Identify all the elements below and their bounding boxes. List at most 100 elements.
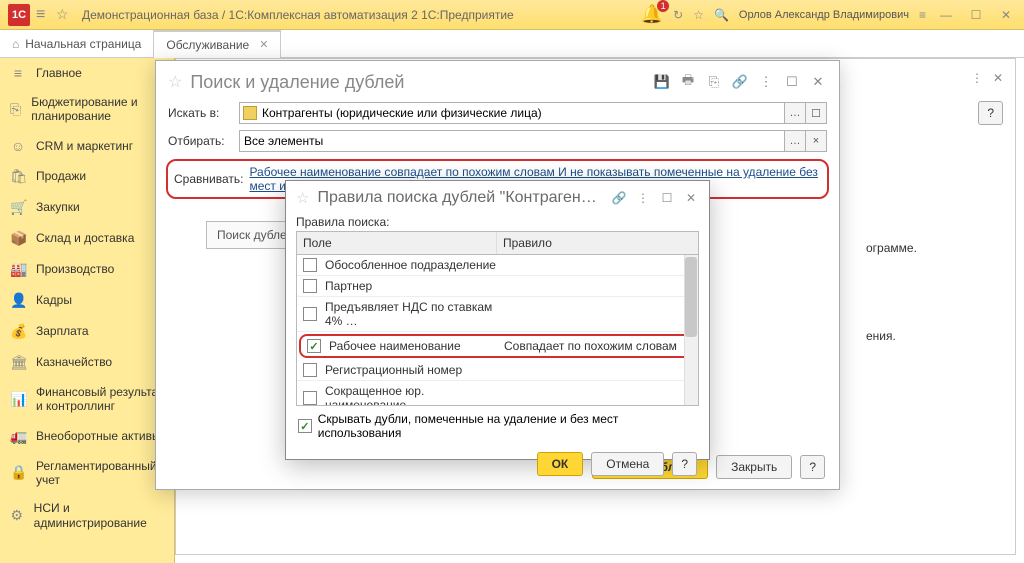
rule-field: Регистрационный номер (325, 363, 500, 377)
history-icon[interactable]: ↻ (673, 8, 683, 22)
maximize-button[interactable]: ☐ (966, 8, 986, 22)
rule-checkbox[interactable] (307, 339, 321, 353)
link-icon[interactable]: 🔗 (731, 74, 749, 90)
open-button[interactable]: ☐ (805, 102, 827, 124)
close-button[interactable]: Закрыть (716, 455, 792, 479)
user-menu-icon[interactable]: ≡ (919, 8, 926, 22)
hide-deleted-row: Скрывать дубли, помеченные на удаление и… (286, 406, 709, 446)
tab-home[interactable]: ⌂ Начальная страница (0, 30, 154, 58)
sidebar-icon: 📊 (10, 391, 26, 408)
tabbar: ⌂ Начальная страница Обслуживание ✕ (0, 30, 1024, 58)
panel-help-button[interactable]: ? (978, 101, 1003, 125)
rules-table: Поле Правило Обособленное подразделение П… (296, 231, 699, 406)
compare-label: Сравнивать: (174, 172, 243, 186)
favorite-icon[interactable]: ☆ (693, 8, 704, 22)
panel-menu-icon[interactable]: ⋮ (971, 71, 983, 85)
save-icon[interactable]: 💾 (653, 74, 671, 90)
more-icon[interactable]: ⋮ (757, 74, 775, 90)
home-icon: ⌂ (12, 37, 19, 51)
sidebar-icon: 🛒 (10, 199, 26, 216)
sidebar-item-7[interactable]: 👤Кадры (0, 285, 174, 316)
search-in-row: Искать в: … ☐ (156, 99, 839, 127)
sidebar-label: Финансовый результат и контроллинг (36, 385, 164, 414)
rule-field: Сокращенное юр. наименование (325, 384, 500, 405)
sidebar-item-3[interactable]: 🛍Продажи (0, 161, 174, 192)
sidebar-label: Бюджетирование и планирование (31, 95, 164, 124)
tab-close-icon[interactable]: ✕ (259, 38, 268, 51)
sidebar-item-2[interactable]: ☺CRM и маркетинг (0, 131, 174, 161)
sidebar-item-11[interactable]: 🚛Внеоборотные активы (0, 421, 174, 452)
search-icon[interactable]: 🔍 (714, 8, 729, 22)
sidebar-icon: 🚛 (10, 428, 26, 445)
star-icon[interactable]: ☆ (296, 189, 309, 207)
restore-icon[interactable]: ☐ (783, 74, 801, 90)
search-in-label: Искать в: (168, 106, 233, 120)
close-icon[interactable]: ✕ (683, 191, 699, 205)
rule-checkbox[interactable] (303, 391, 317, 405)
sidebar-item-6[interactable]: 🏭Производство (0, 254, 174, 285)
sidebar-item-12[interactable]: 🔒Регламентированный учет (0, 452, 174, 495)
sidebar-icon: ⚙ (10, 507, 24, 524)
star-icon[interactable]: ☆ (56, 6, 76, 23)
rule-checkbox[interactable] (303, 279, 317, 293)
background-text: ограмме. ения. (866, 239, 1024, 345)
minimize-button[interactable]: — (936, 8, 956, 22)
user-name[interactable]: Орлов Александр Владимирович (739, 9, 909, 21)
sidebar-item-13[interactable]: ⚙НСИ и администрирование (0, 494, 174, 537)
hide-deleted-label: Скрывать дубли, помеченные на удаление и… (318, 412, 697, 440)
type-icon (243, 106, 257, 120)
scrollbar[interactable] (684, 255, 698, 405)
filter-select-button[interactable]: … (784, 130, 806, 152)
sidebar-icon: ≡ (10, 65, 26, 81)
rules-body: Обособленное подразделение Партнер Предъяв… (297, 255, 698, 405)
rule-field: Предъявляет НДС по ставкам 4% … (325, 300, 500, 328)
help-button[interactable]: ? (672, 452, 697, 476)
sidebar-label: Продажи (36, 169, 86, 183)
hide-deleted-checkbox[interactable] (298, 419, 312, 433)
rule-row-4[interactable]: Регистрационный номер (297, 360, 698, 381)
hamburger-icon[interactable]: ≡ (36, 6, 56, 24)
col-field[interactable]: Поле (297, 232, 497, 254)
sidebar-item-10[interactable]: 📊 Финансовый результат и контроллинг (0, 378, 174, 421)
rule-checkbox[interactable] (303, 363, 317, 377)
print-icon[interactable]: 🖶 (679, 71, 697, 93)
dlg2-footer: ОК Отмена ? (286, 446, 709, 482)
sidebar-item-1[interactable]: ⎘Бюджетирование и планирование (0, 88, 174, 131)
tab-maintenance[interactable]: Обслуживание ✕ (154, 30, 281, 58)
notification-icon[interactable]: 🔔1 (641, 4, 663, 25)
col-rule[interactable]: Правило (497, 232, 698, 254)
rule-row-1[interactable]: Партнер (297, 276, 698, 297)
star-icon[interactable]: ☆ (168, 72, 182, 92)
copy-icon[interactable]: ⎘ (705, 74, 723, 90)
search-in-input[interactable] (239, 102, 785, 124)
rule-row-5[interactable]: Сокращенное юр. наименование (297, 381, 698, 405)
sidebar-icon: 🏛 (10, 354, 26, 371)
sidebar-item-0[interactable]: ≡Главное (0, 58, 174, 88)
rule-row-0[interactable]: Обособленное подразделение (297, 255, 698, 276)
rule-row-3[interactable]: Рабочее наименованиеСовпадает по похожим… (299, 334, 696, 358)
sidebar-item-4[interactable]: 🛒Закупки (0, 192, 174, 223)
sidebar-icon: 📦 (10, 230, 26, 247)
help-button[interactable]: ? (800, 455, 825, 479)
titlebar: 1С ≡ ☆ Демонстрационная база / 1С:Компле… (0, 0, 1024, 30)
close-icon[interactable]: ✕ (809, 74, 827, 90)
sidebar-item-9[interactable]: 🏛Казначейство (0, 347, 174, 378)
scroll-thumb[interactable] (685, 257, 697, 337)
rule-row-2[interactable]: Предъявляет НДС по ставкам 4% … (297, 297, 698, 332)
more-icon[interactable]: ⋮ (635, 191, 651, 205)
sidebar-item-5[interactable]: 📦Склад и доставка (0, 223, 174, 254)
rule-field: Обособленное подразделение (325, 258, 500, 272)
rule-checkbox[interactable] (303, 307, 317, 321)
cancel-button[interactable]: Отмена (591, 452, 664, 476)
link-icon[interactable]: 🔗 (611, 191, 627, 205)
select-button[interactable]: … (784, 102, 806, 124)
filter-label: Отбирать: (168, 134, 233, 148)
close-window-button[interactable]: ✕ (996, 8, 1016, 22)
sidebar-item-8[interactable]: 💰Зарплата (0, 316, 174, 347)
restore-icon[interactable]: ☐ (659, 191, 675, 205)
rule-checkbox[interactable] (303, 258, 317, 272)
ok-button[interactable]: ОК (537, 452, 584, 476)
panel-close-icon[interactable]: ✕ (993, 71, 1003, 85)
filter-input[interactable] (239, 130, 785, 152)
filter-clear-button[interactable]: × (805, 130, 827, 152)
